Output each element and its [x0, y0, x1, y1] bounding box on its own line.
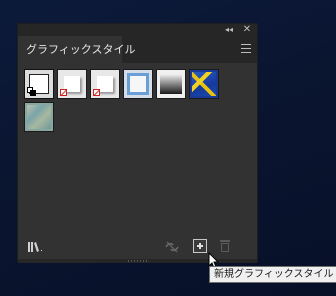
swatch-text-style-2[interactable]	[90, 69, 120, 99]
panel-menu-icon[interactable]	[241, 44, 251, 54]
collapse-panel-icon[interactable]: ◂◂	[223, 24, 235, 36]
swatch-yellow-blue-texture[interactable]	[189, 69, 219, 99]
swatch-text-style[interactable]	[57, 69, 87, 99]
style-libraries-menu-icon[interactable]	[28, 241, 46, 256]
close-panel-icon[interactable]: ✕	[241, 24, 253, 36]
swatch-blue-outline[interactable]	[123, 69, 153, 99]
delete-style-icon[interactable]	[219, 240, 231, 253]
none-fill-icon	[93, 89, 100, 96]
yellow-blue-texture-thumbnail	[192, 72, 216, 96]
panel-bottom-toolbar	[18, 236, 257, 260]
teal-texture-thumbnail	[27, 105, 51, 129]
blue-outline-thumbnail	[127, 73, 149, 95]
tooltip: 新規グラフィックスタイル	[209, 266, 336, 283]
panel-tab-row: グラフィックスタイル	[18, 36, 257, 63]
default-style-badge-icon	[27, 87, 36, 96]
swatch-grid	[24, 69, 253, 234]
break-link-icon[interactable]	[165, 241, 179, 253]
none-fill-icon	[60, 89, 67, 96]
tab-graphic-styles[interactable]: グラフィックスタイル	[18, 36, 135, 63]
panel-titlebar[interactable]: ◂◂ ✕	[18, 24, 257, 36]
gradient-thumbnail	[160, 74, 182, 94]
swatch-teal-texture[interactable]	[24, 102, 54, 132]
panel-resize-grip[interactable]	[18, 259, 257, 263]
swatch-default-style[interactable]	[24, 69, 54, 99]
graphic-styles-panel: ◂◂ ✕ グラフィックスタイル	[17, 23, 258, 263]
new-graphic-style-button[interactable]	[193, 239, 207, 253]
swatch-gradient[interactable]	[156, 69, 186, 99]
